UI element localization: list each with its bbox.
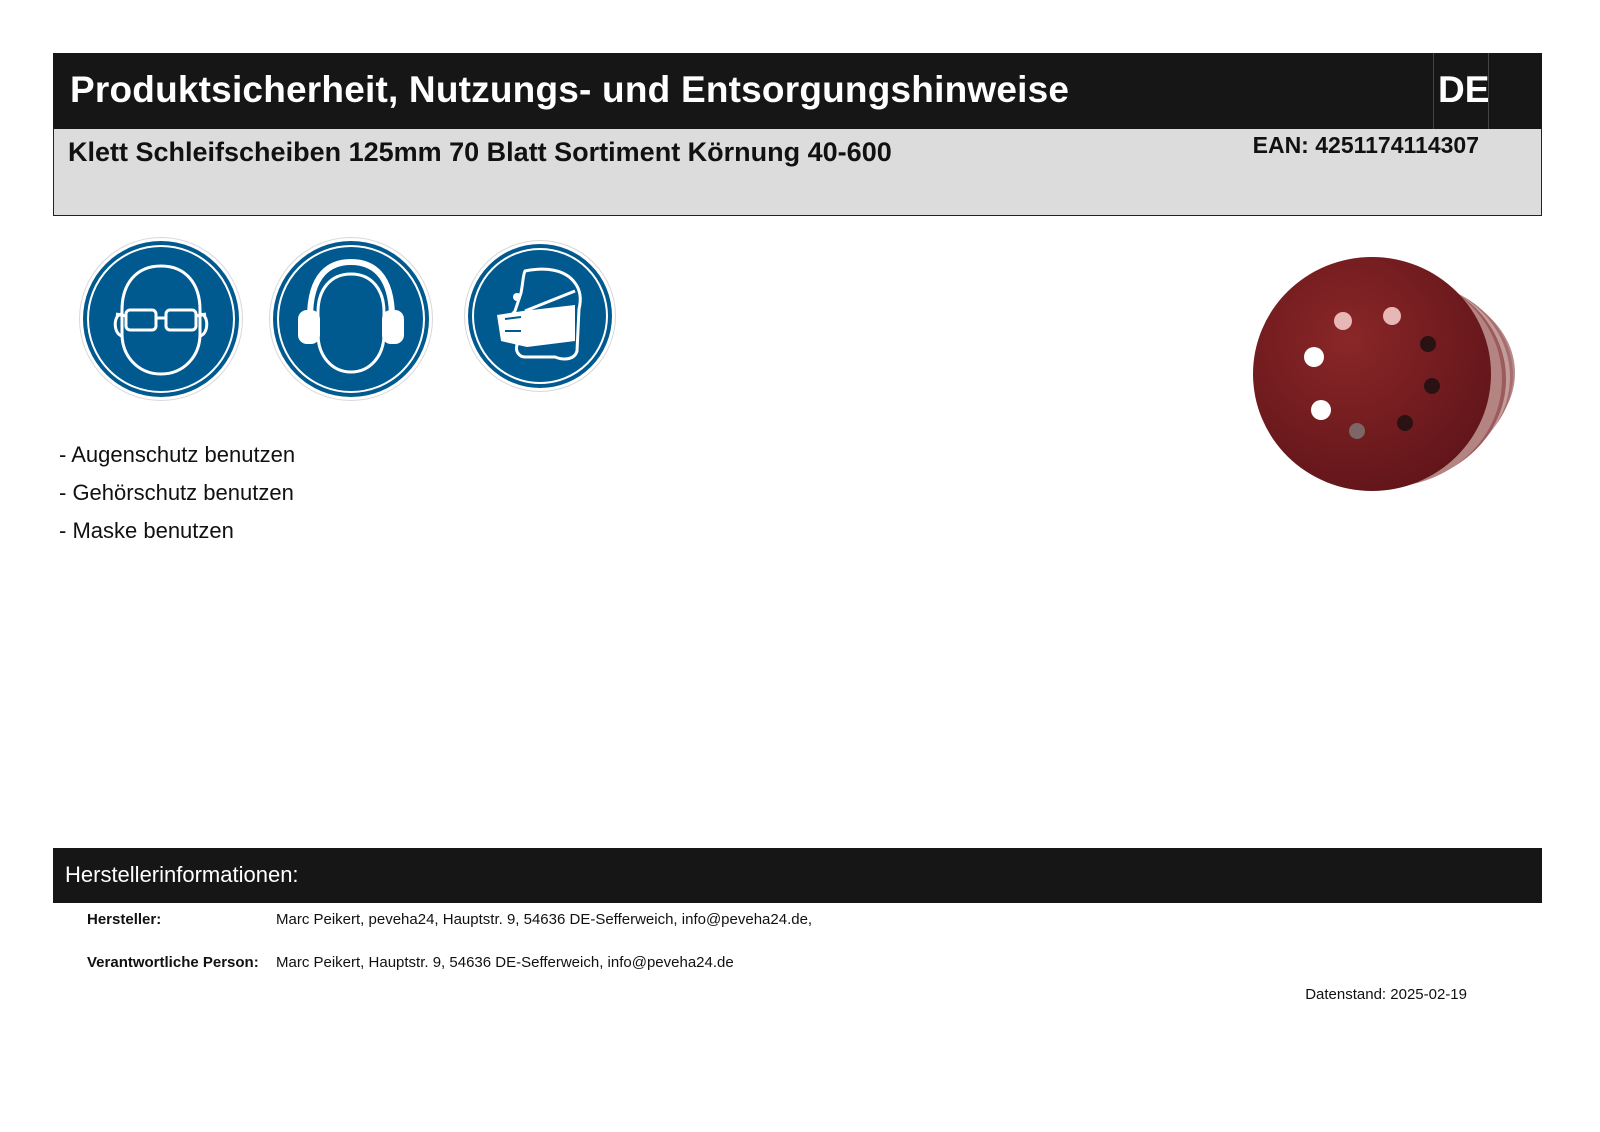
manufacturer-section-title: Herstellerinformationen:	[65, 862, 299, 887]
eye-protection-icon	[80, 238, 242, 400]
manufacturer-header: Herstellerinformationen:	[53, 848, 1542, 903]
manufacturer-label: Hersteller:	[87, 911, 162, 928]
date-stamp: Datenstand: 2025-02-19	[1305, 986, 1467, 1003]
product-info-box: Klett Schleifscheiben 125mm 70 Blatt Sor…	[53, 129, 1542, 216]
document-header: Produktsicherheit, Nutzungs- und Entsorg…	[53, 53, 1542, 129]
document-title: Produktsicherheit, Nutzungs- und Entsorg…	[70, 69, 1070, 110]
language-code: DE	[1438, 69, 1490, 110]
safety-instructions-list: - Augenschutz benutzen - Gehörschutz ben…	[59, 436, 295, 550]
ear-protection-icon	[270, 238, 432, 400]
instruction-item: - Augenschutz benutzen	[59, 442, 296, 467]
ean-code: EAN: 4251174114307	[1252, 132, 1479, 158]
manufacturer-value: Marc Peikert, peveha24, Hauptstr. 9, 546…	[276, 911, 813, 928]
language-box: DE	[1433, 53, 1489, 129]
sanding-disc-stack-icon	[1250, 255, 1525, 500]
face-mask-icon	[465, 241, 615, 391]
product-name: Klett Schleifscheiben 125mm 70 Blatt Sor…	[68, 137, 892, 167]
instruction-item: - Maske benutzen	[59, 518, 234, 543]
responsible-person-value: Marc Peikert, Hauptstr. 9, 54636 DE-Seff…	[276, 954, 734, 971]
instruction-item: - Gehörschutz benutzen	[59, 480, 294, 505]
responsible-person-label: Verantwortliche Person:	[87, 954, 259, 971]
